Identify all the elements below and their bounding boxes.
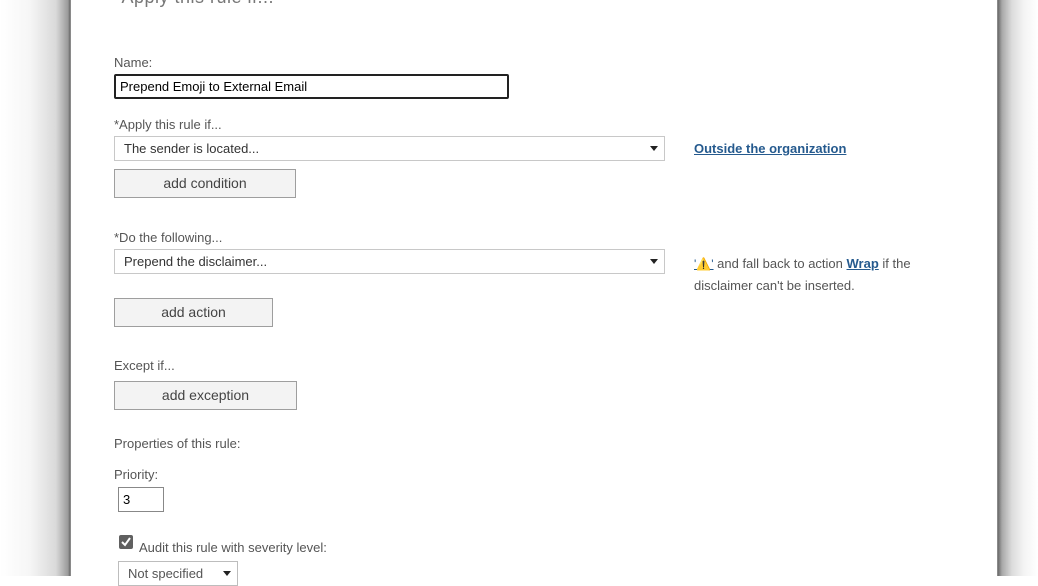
chevron-down-icon [650, 146, 658, 151]
chevron-down-icon [650, 259, 658, 264]
condition-label: *Apply this rule if... [114, 117, 222, 132]
severity-select-value: Not specified [128, 566, 204, 581]
action-select[interactable]: Prepend the disclaimer... [114, 249, 665, 274]
name-label: Name: [114, 55, 153, 70]
audit-checkbox[interactable] [119, 535, 133, 549]
priority-label: Priority: [114, 467, 159, 482]
window-shadow-right [998, 0, 1038, 576]
checkmark-icon [121, 537, 131, 547]
dialog-title: *Apply this rule if... [114, 0, 274, 8]
properties-label: Properties of this rule: [114, 436, 241, 451]
add-exception-button[interactable]: add exception [114, 381, 297, 410]
condition-value-link[interactable]: Outside the organization [694, 141, 846, 156]
fallback-action-link[interactable]: Wrap [847, 256, 879, 271]
window-shadow-left [0, 0, 70, 576]
action-label: *Do the following... [114, 230, 223, 245]
severity-select[interactable]: Not specified [118, 561, 238, 586]
condition-select-value: The sender is located... [124, 141, 260, 156]
audit-label: Audit this rule with severity level: [139, 540, 327, 555]
priority-input[interactable] [118, 487, 164, 512]
name-input[interactable] [114, 74, 509, 99]
action-select-value: Prepend the disclaimer... [124, 254, 268, 269]
chevron-down-icon [223, 571, 231, 576]
warning-icon: '⚠️' [694, 257, 714, 271]
disclaimer-link[interactable]: '⚠️' [694, 256, 714, 271]
add-action-button[interactable]: add action [114, 298, 273, 327]
exception-label: Except if... [114, 358, 175, 373]
rule-dialog: *Apply this rule if... Name: *Apply this… [70, 0, 998, 586]
add-condition-button[interactable]: add condition [114, 169, 296, 198]
condition-select[interactable]: The sender is located... [114, 136, 665, 161]
action-text-part1: and fall back to action [713, 256, 847, 271]
action-description: '⚠️' and fall back to action Wrap if the… [694, 253, 964, 296]
